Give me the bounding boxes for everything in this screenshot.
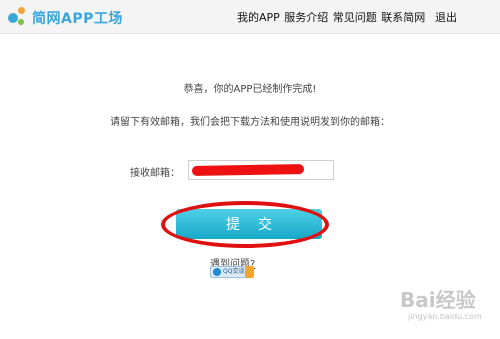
- qq-badge-tail: [245, 266, 254, 278]
- nav-contact[interactable]: 联系简网: [381, 9, 425, 25]
- qq-icon: [213, 268, 221, 276]
- logo-icon: [6, 4, 32, 30]
- nav-faq[interactable]: 常见问题: [333, 9, 377, 25]
- congrats-message: 恭喜，你的APP已经制作完成!: [183, 84, 317, 95]
- brand-name[interactable]: 简网APP工场: [32, 8, 123, 28]
- submit-button[interactable]: 提交: [176, 209, 322, 239]
- receive-email-label: 接收邮箱：: [130, 168, 180, 179]
- redaction-mark: [191, 164, 305, 176]
- top-nav: 我的APP 服务介绍 常见问题 联系简网 退出: [237, 9, 457, 25]
- email-instruction: 请留下有效邮箱，我们会把下载方法和使用说明发到你的邮箱：: [110, 117, 390, 128]
- watermark-url: jingyan.baidu.com: [408, 312, 482, 321]
- logout-link[interactable]: 退出: [435, 9, 457, 25]
- qq-chat-button[interactable]: QQ交谈: [210, 266, 254, 278]
- watermark-logo: Bai经验: [400, 288, 476, 312]
- qq-chat-label: QQ交谈: [223, 268, 245, 275]
- nav-services[interactable]: 服务介绍: [284, 9, 328, 25]
- nav-my-app[interactable]: 我的APP: [237, 9, 280, 25]
- top-header: 简网APP工场 我的APP 服务介绍 常见问题 联系简网 退出: [0, 0, 500, 34]
